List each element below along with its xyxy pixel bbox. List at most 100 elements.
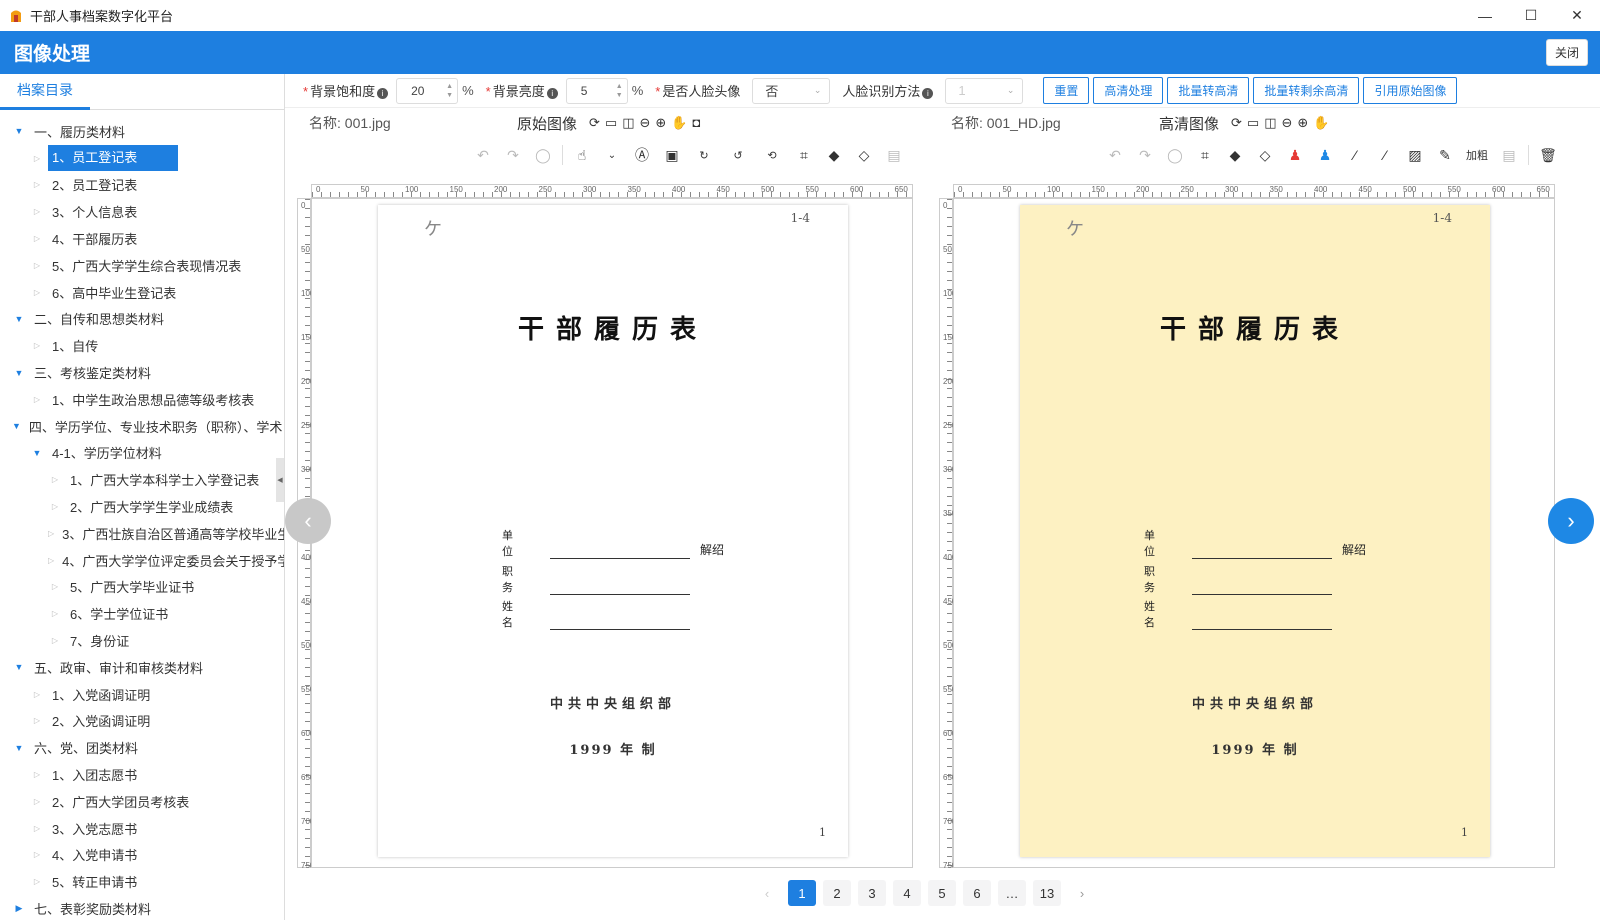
redo-icon[interactable]: ↷: [502, 144, 524, 166]
fill-icon[interactable]: ◆: [1224, 144, 1246, 166]
image-icon[interactable]: ▨: [1404, 144, 1426, 166]
tree-node[interactable]: ▷ 5、广西大学毕业证书: [0, 574, 284, 601]
blue-stamp-icon[interactable]: ♟: [1314, 144, 1336, 166]
tree-node[interactable]: ▷ 4、干部履历表: [0, 225, 284, 252]
info-icon[interactable]: i: [377, 88, 389, 99]
brightness-input[interactable]: 5 ▲ ▼: [565, 77, 628, 104]
tree-node[interactable]: ▷ 1、广西大学本科学士入学登记表: [0, 466, 284, 493]
crop-icon[interactable]: ⌗: [1194, 144, 1216, 166]
hd-process-button[interactable]: 高清处理: [1093, 77, 1164, 104]
fill-icon[interactable]: ◆: [823, 144, 845, 166]
previous-image-button[interactable]: ‹: [285, 498, 331, 544]
chevron-down-icon[interactable]: ⌄: [601, 144, 623, 166]
undo-icon[interactable]: ↶: [1104, 144, 1126, 166]
undo-icon[interactable]: ↶: [472, 144, 494, 166]
tree-node[interactable]: ▶ 七、表彰奖励类材料: [0, 895, 284, 920]
tree-node[interactable]: ▼ 六、党、团类材料: [0, 734, 284, 761]
rotate-270-icon[interactable]: ⟲: [759, 144, 785, 166]
magic-wand-plus-icon[interactable]: ⁄: [1374, 144, 1396, 166]
zoom-in-icon[interactable]: ⊕: [655, 115, 666, 131]
tree-node[interactable]: ▷ 2、广西大学团员考核表: [0, 788, 284, 815]
batch-remaining-hd-button[interactable]: 批量转剩余高清: [1253, 77, 1360, 104]
page-1-button[interactable]: 1: [788, 880, 816, 906]
hd-canvas[interactable]: 0 50 100 150 200 250 300 350 400 450 500 550 600 650 …: [939, 184, 1555, 870]
batch-hd-button[interactable]: 批量转高清: [1167, 77, 1250, 104]
page-3-button[interactable]: 3: [858, 880, 886, 906]
stepper-down-icon[interactable]: ▼: [616, 91, 623, 100]
tree-node[interactable]: ▷ 6、高中毕业生登记表: [0, 279, 284, 306]
tree-node[interactable]: ▷ 3、个人信息表: [0, 198, 284, 225]
hand-icon[interactable]: ✋: [671, 115, 687, 131]
bold-button[interactable]: 加粗: [1464, 144, 1490, 166]
info-icon[interactable]: i: [922, 88, 934, 99]
page-2-button[interactable]: 2: [823, 880, 851, 906]
auto-adjust-icon[interactable]: Ⓐ: [631, 144, 653, 166]
tree-node[interactable]: ▷ 4、入党申请书: [0, 842, 284, 869]
minimize-button[interactable]: —: [1462, 0, 1508, 31]
trash-icon[interactable]: 🗑: [1537, 144, 1559, 166]
tree-node[interactable]: ▷ 1、员工登记表: [0, 145, 284, 172]
rotate-icon[interactable]: ⟳: [589, 115, 600, 131]
next-page-button[interactable]: ›: [1068, 880, 1096, 906]
tree-node[interactable]: ▷ 3、入党志愿书: [0, 815, 284, 842]
tree-node[interactable]: ▷ 5、广西大学学生综合表现情况表: [0, 252, 284, 279]
prev-page-button[interactable]: ‹: [753, 880, 781, 906]
saturation-input[interactable]: 20 ▲ ▼: [396, 77, 459, 104]
expand-caret-icon[interactable]: ▼: [30, 448, 44, 458]
lasso-icon[interactable]: ◯: [532, 144, 554, 166]
next-image-button[interactable]: ›: [1548, 498, 1594, 544]
original-canvas[interactable]: 0 50 100 150 200 250 300 350 400 450 500 550 600 650 …: [297, 184, 913, 870]
fit-width-icon[interactable]: ◫: [622, 115, 634, 131]
tree-node[interactable]: ▼ 一、履历类材料: [0, 118, 284, 145]
reset-button[interactable]: 重置: [1043, 77, 1090, 104]
tree-node[interactable]: ▷ 3、广西壮族自治区普通高等学校毕业生: [0, 520, 284, 547]
tree-node[interactable]: ▷ 1、入党函调证明: [0, 681, 284, 708]
tree-node[interactable]: ▷ 2、广西大学学生学业成绩表: [0, 493, 284, 520]
sidebar-collapse-handle[interactable]: ◀: [276, 458, 284, 502]
save-icon[interactable]: ▤: [883, 144, 905, 166]
zoom-out-icon[interactable]: ⊖: [640, 115, 651, 131]
eraser-icon[interactable]: ◇: [1254, 144, 1276, 166]
tree-node[interactable]: ▼ 三、考核鉴定类材料: [0, 359, 284, 386]
camera-icon[interactable]: ◘: [693, 115, 701, 131]
rotate-180-icon[interactable]: ↻: [691, 144, 717, 166]
stepper-down-icon[interactable]: ▼: [446, 91, 453, 100]
tree-node[interactable]: ▷ 1、自传: [0, 332, 284, 359]
eraser-icon[interactable]: ◇: [853, 144, 875, 166]
tree-node[interactable]: ▷ 4、广西大学学位评定委员会关于授予学: [0, 547, 284, 574]
page-4-button[interactable]: 4: [893, 880, 921, 906]
hand-icon[interactable]: ✋: [1313, 115, 1329, 131]
expand-caret-icon[interactable]: ▼: [12, 421, 21, 431]
stepper-up-icon[interactable]: ▲: [446, 82, 453, 91]
tree-node[interactable]: ▷ 2、员工登记表: [0, 172, 284, 199]
tree-node[interactable]: ▷ 1、入团志愿书: [0, 761, 284, 788]
tree-node[interactable]: ▷ 2、入党函调证明: [0, 708, 284, 735]
face-method-select[interactable]: 1 ⌄: [945, 77, 1024, 104]
close-button[interactable]: 关闭: [1545, 39, 1588, 66]
crop-icon[interactable]: ⌗: [793, 144, 815, 166]
expand-caret-icon[interactable]: ▼: [12, 126, 26, 136]
tree-node[interactable]: ▷ 6、学士学位证书: [0, 600, 284, 627]
page-6-button[interactable]: 6: [963, 880, 991, 906]
fit-screen-icon[interactable]: ▭: [605, 115, 617, 131]
maximize-button[interactable]: ☐: [1508, 0, 1554, 31]
fit-screen-icon[interactable]: ▭: [1247, 115, 1259, 131]
expand-caret-icon[interactable]: ▼: [12, 662, 26, 672]
fit-width-icon[interactable]: ◫: [1264, 115, 1276, 131]
magic-wand-icon[interactable]: ⁄: [1344, 144, 1366, 166]
tree-node[interactable]: ▷ 5、转正申请书: [0, 868, 284, 895]
tree-node[interactable]: ▷ 1、中学生政治思想品德等级考核表: [0, 386, 284, 413]
portrait-icon[interactable]: ▣: [661, 144, 683, 166]
face-avatar-select[interactable]: 否 ⌄: [752, 77, 831, 104]
rotate-90-icon[interactable]: ↺: [725, 144, 751, 166]
pointer-tool-icon[interactable]: ☝: [571, 144, 593, 166]
expand-caret-icon[interactable]: ▼: [12, 743, 26, 753]
page-13-button[interactable]: 13: [1033, 880, 1061, 906]
tab-archive-catalog[interactable]: 档案目录: [0, 74, 90, 110]
tree-node[interactable]: ▼ 二、自传和思想类材料: [0, 306, 284, 333]
tree-node[interactable]: ▷ 7、身份证: [0, 627, 284, 654]
redo-icon[interactable]: ↷: [1134, 144, 1156, 166]
expand-caret-icon[interactable]: ▶: [12, 903, 26, 914]
zoom-in-icon[interactable]: ⊕: [1297, 115, 1308, 131]
info-icon[interactable]: i: [546, 88, 558, 99]
